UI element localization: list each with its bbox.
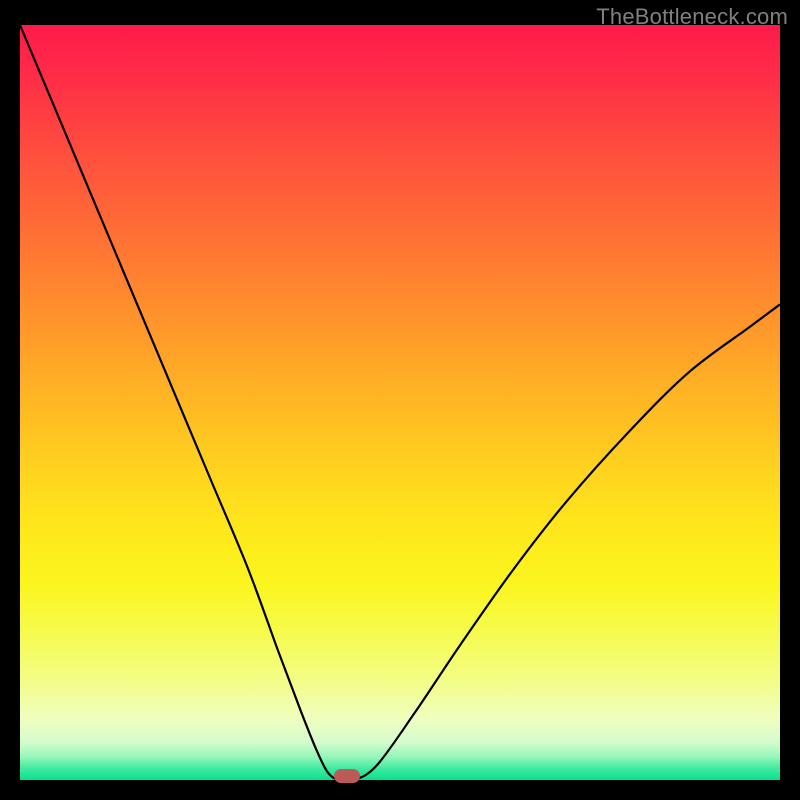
watermark-text: TheBottleneck.com	[596, 4, 788, 30]
bottleneck-curve	[20, 25, 780, 780]
curve-line	[20, 25, 780, 780]
optimal-point-marker	[334, 769, 360, 783]
plot-area	[20, 25, 780, 780]
chart-frame: TheBottleneck.com	[0, 0, 800, 800]
